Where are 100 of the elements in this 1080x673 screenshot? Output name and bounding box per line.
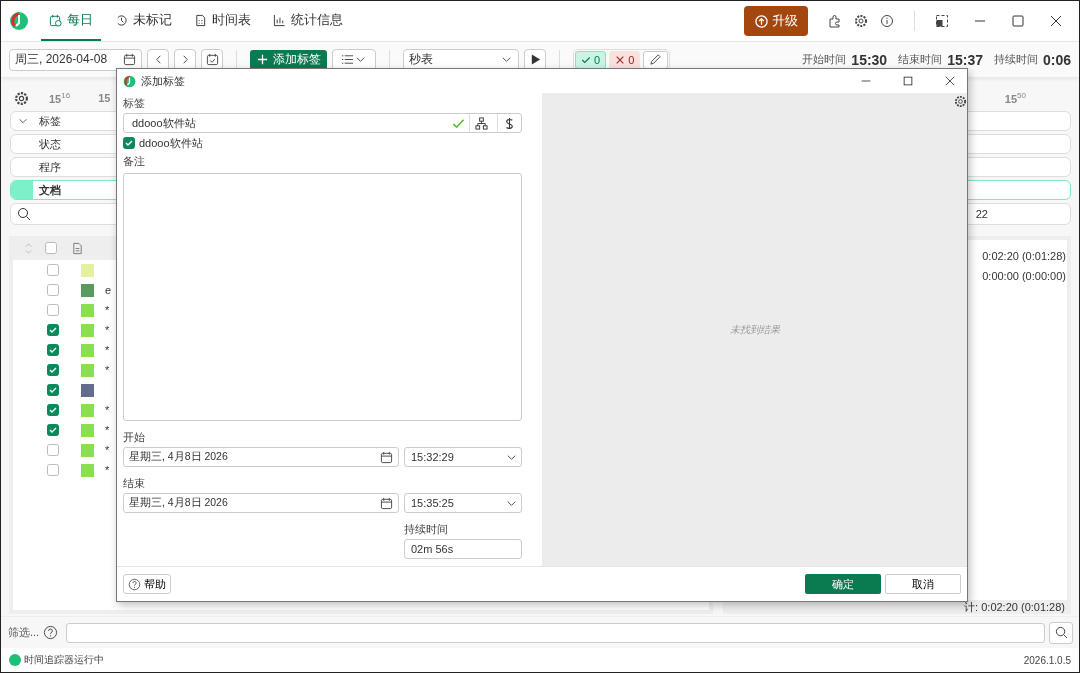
table-cell: *	[105, 344, 110, 356]
end-time-value: 15:37	[947, 51, 983, 68]
document-icon	[71, 241, 84, 255]
up-arrow-circle-icon	[754, 14, 768, 28]
search-icon	[17, 207, 31, 221]
start-time-label: 开始时间	[802, 52, 847, 67]
confirm-count-button[interactable]: 0	[575, 50, 607, 69]
settings-icon[interactable]	[954, 95, 967, 108]
duration-label: 持续时间	[993, 52, 1038, 67]
time-tick-label: 15$^{16}$	[49, 91, 71, 105]
tag-checkbox[interactable]	[123, 137, 135, 149]
calendar-icon[interactable]	[380, 496, 393, 510]
field-label: 备注	[123, 154, 146, 169]
help-button[interactable]: 帮助	[123, 574, 171, 594]
summary-duration: 0:00:00 (0:00:00)	[981, 269, 1067, 284]
edit-button[interactable]	[643, 50, 669, 69]
calendar-clock-icon	[49, 13, 62, 27]
version-text: 2026.1.0.5	[1023, 654, 1071, 666]
nav-tab[interactable]: 未标记	[107, 1, 180, 41]
close-icon[interactable]	[1049, 14, 1063, 28]
date-field[interactable]: 周三, 2026-04-08	[9, 48, 142, 71]
cancel-button[interactable]: 取消	[885, 574, 961, 594]
duration-field[interactable]: 02m 56s	[404, 539, 522, 559]
start-date-field[interactable]: 星期三, 4月8日 2026	[123, 447, 399, 467]
calendar-check-icon	[205, 53, 219, 66]
running-status-dot	[9, 654, 21, 666]
maximize-icon[interactable]	[1011, 14, 1025, 28]
table-cell: *	[105, 324, 110, 336]
end-time-label: 结束时间	[898, 52, 943, 67]
row-checkbox[interactable]	[47, 464, 59, 476]
calendar-icon[interactable]	[123, 53, 136, 66]
field-label: 标签	[123, 96, 146, 111]
row-checkbox[interactable]	[47, 324, 59, 336]
status-text: 时间追踪器运行中	[24, 653, 104, 667]
empty-results-text: 未找到结果	[729, 322, 780, 337]
dollar-icon	[503, 116, 516, 130]
time-tick-label: 15	[98, 92, 111, 104]
search-icon	[1054, 626, 1068, 639]
app-logo-icon	[9, 11, 29, 31]
next-day-button[interactable]	[174, 48, 196, 71]
today-button[interactable]	[201, 48, 223, 71]
plus-icon	[256, 53, 269, 66]
table-cell: *	[105, 444, 110, 456]
info-icon[interactable]	[880, 14, 894, 28]
row-checkbox[interactable]	[47, 344, 59, 356]
puzzle-icon[interactable]	[828, 14, 842, 28]
row-checkbox[interactable]	[47, 304, 59, 316]
start-time-value: 15:30	[851, 51, 888, 68]
filter-label: 筛选...	[8, 625, 40, 640]
select-all-checkbox[interactable]	[45, 242, 57, 254]
nav-tab[interactable]: 统计信息	[265, 1, 351, 41]
start-time-select[interactable]: 15:32:29	[404, 447, 522, 467]
row-checkbox[interactable]	[47, 284, 59, 296]
row-checkbox[interactable]	[47, 404, 59, 416]
help-icon	[128, 577, 141, 591]
close-icon[interactable]	[944, 75, 956, 87]
help-icon[interactable]	[43, 625, 59, 640]
row-checkbox[interactable]	[47, 364, 59, 376]
add-tag-button[interactable]: 添加标签	[250, 49, 327, 70]
play-button[interactable]	[524, 48, 546, 71]
summary-duration: 0:02:20 (0:01:28)	[981, 249, 1067, 264]
settings-icon[interactable]	[854, 14, 868, 28]
field-label: 持续时间	[404, 522, 449, 537]
ok-button[interactable]: 确定	[805, 574, 881, 594]
row-checkbox[interactable]	[47, 444, 59, 456]
calendar-icon[interactable]	[380, 450, 393, 464]
history-icon	[115, 13, 128, 27]
upgrade-button[interactable]: 升级	[744, 6, 808, 36]
row-checkbox[interactable]	[47, 384, 59, 396]
layout-icon[interactable]	[935, 14, 949, 28]
view-select[interactable]: 秒表	[403, 48, 519, 71]
reject-count-button[interactable]: 0	[609, 50, 641, 69]
list-view-button[interactable]	[332, 48, 376, 71]
bar-chart-icon	[273, 13, 286, 27]
duration-value: 0:06	[1042, 51, 1071, 68]
nav-tab[interactable]: 时间表	[186, 1, 259, 41]
maximize-icon[interactable]	[902, 75, 914, 87]
document-icon	[194, 13, 207, 27]
list-icon	[341, 53, 354, 66]
table-cell: *	[105, 424, 110, 436]
end-time-select[interactable]: 15:35:25	[404, 493, 522, 513]
filter-input[interactable]	[66, 622, 1045, 643]
previous-day-button[interactable]	[147, 48, 169, 71]
check-icon	[581, 54, 591, 65]
dialog-title: 添加标签	[141, 73, 185, 89]
timeline-settings-icon[interactable]	[14, 90, 29, 106]
cross-icon	[615, 54, 626, 65]
field-label: 开始	[123, 430, 146, 445]
search-button[interactable]	[1049, 621, 1073, 644]
hierarchy-icon	[475, 116, 488, 130]
table-cell: *	[105, 304, 110, 316]
pencil-icon	[649, 53, 663, 66]
row-checkbox[interactable]	[47, 424, 59, 436]
table-cell: *	[105, 404, 110, 416]
time-tick-label: 15$^{50}$	[1004, 91, 1026, 105]
end-date-field[interactable]: 星期三, 4月8日 2026	[123, 493, 399, 513]
tag-input[interactable]: ddooo软件站	[123, 113, 522, 133]
table-cell: *	[105, 464, 110, 476]
row-checkbox[interactable]	[47, 264, 59, 276]
field-label: 结束	[123, 476, 146, 491]
